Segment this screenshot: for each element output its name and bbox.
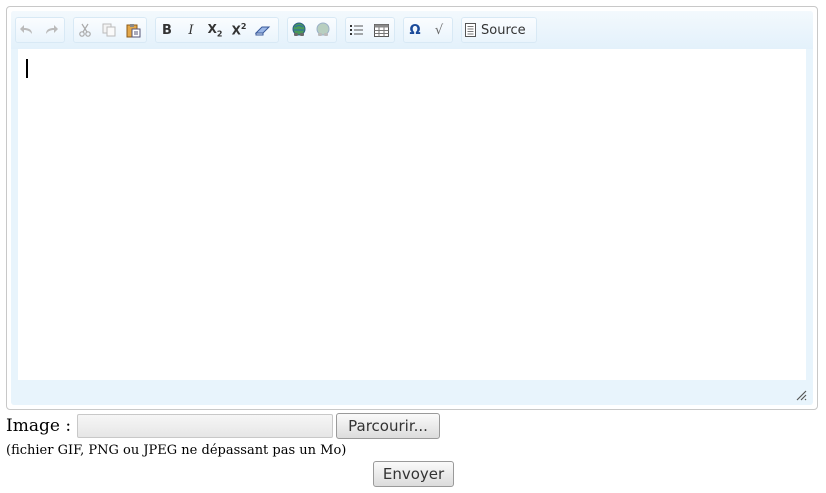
history-group (15, 17, 65, 43)
redo-icon (46, 25, 58, 34)
file-path-field[interactable] (77, 414, 334, 438)
paste-button[interactable] (121, 19, 145, 41)
bulleted-list-button[interactable] (345, 19, 369, 41)
subscript-button[interactable]: X2 (203, 19, 227, 41)
special-char-icon: Ω (409, 22, 421, 38)
subscript-icon: X2 (207, 21, 223, 39)
copy-button[interactable] (97, 19, 121, 41)
list-table-group (345, 17, 395, 43)
bulleted-list-icon (350, 25, 363, 35)
file-hint: (fichier GIF, PNG ou JPEG ne dépassant p… (6, 443, 347, 458)
clipboard-group (73, 17, 147, 43)
link-group (287, 17, 337, 43)
formatting-group: B I X2 X2 (155, 17, 279, 43)
source-group: Source (461, 17, 537, 43)
remove-format-button[interactable] (251, 19, 275, 41)
rich-text-editor: B I X2 X2 Ω √ Source (6, 6, 818, 410)
superscript-icon: X2 (231, 21, 247, 38)
superscript-button[interactable]: X2 (227, 19, 251, 41)
resize-grip-icon[interactable] (795, 389, 807, 401)
text-caret (26, 59, 28, 78)
bold-icon: B (162, 22, 172, 38)
source-button[interactable]: Source (461, 19, 532, 41)
link-icon (292, 22, 306, 36)
editor-toolbar: B I X2 X2 Ω √ Source (11, 11, 813, 49)
math-formula-icon: √ (434, 22, 444, 38)
table-icon (373, 23, 389, 37)
browse-button[interactable]: Parcourir... (336, 413, 441, 439)
unlink-icon (316, 22, 330, 36)
document-icon (465, 23, 476, 37)
editor-frame: B I X2 X2 Ω √ Source (11, 11, 813, 405)
redo-button[interactable] (39, 19, 63, 41)
italic-icon: I (188, 22, 194, 38)
undo-button[interactable] (15, 19, 39, 41)
math-formula-button[interactable]: √ (427, 19, 451, 41)
cut-icon (79, 23, 91, 37)
editor-content-area[interactable] (18, 49, 806, 380)
source-label: Source (481, 22, 526, 38)
table-button[interactable] (369, 19, 393, 41)
submit-button[interactable]: Envoyer (373, 461, 454, 487)
image-upload-row: Image : Parcourir... (6, 412, 441, 440)
special-char-button[interactable]: Ω (403, 19, 427, 41)
link-button[interactable] (287, 19, 311, 41)
insert-group: Ω √ (403, 17, 453, 43)
paste-icon (126, 23, 140, 37)
unlink-button[interactable] (311, 19, 335, 41)
remove-format-icon (255, 26, 271, 36)
cut-button[interactable] (73, 19, 97, 41)
copy-icon (102, 23, 116, 37)
bold-button[interactable]: B (155, 19, 179, 41)
undo-icon (20, 25, 32, 34)
italic-button[interactable]: I (179, 19, 203, 41)
image-label: Image : (6, 416, 72, 436)
